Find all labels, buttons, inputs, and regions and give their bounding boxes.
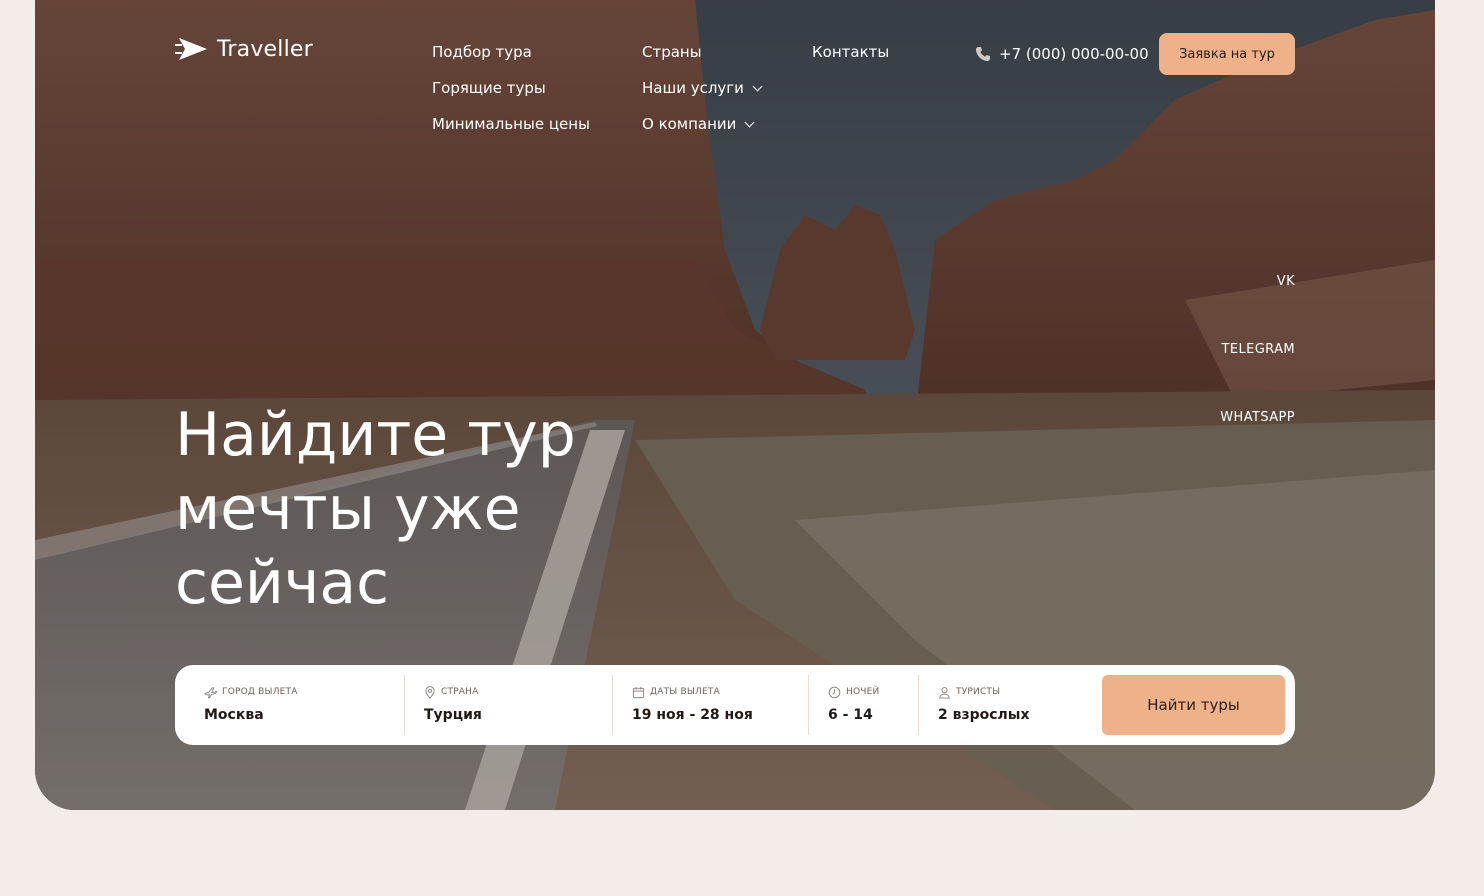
phone-icon [976,47,990,61]
nav-column-3: Контакты [812,42,889,62]
tourists-field[interactable]: ТУРИСТЫ 2 взрослых [918,675,1102,735]
brand-name: Traveller [217,36,313,62]
social-links: VK TELEGRAM WHATSAPP [1220,273,1295,427]
hero-headline-line-2: мечты уже [175,474,521,544]
nav-link-tour-selection[interactable]: Подбор тура [432,42,590,62]
phone-number: +7 (000) 000-00-00 [999,45,1149,63]
hero-headline-line-1: Найдите тур [175,400,576,470]
nav-link-contacts[interactable]: Контакты [812,42,889,62]
calendar-icon [632,686,645,698]
phone-link[interactable]: +7 (000) 000-00-00 [975,45,1149,63]
hero-section: Traveller Подбор тура Горящие туры Миним… [35,0,1435,810]
departure-dates-field[interactable]: ДАТЫ ВЫЛЕТА 19 ноя - 28 ноя [612,675,808,735]
location-pin-icon [425,685,435,699]
chevron-down-icon [744,117,755,127]
request-tour-button[interactable]: Заявка на тур [1159,33,1295,75]
clock-icon [828,686,841,698]
departure-city-label: ГОРОД ВЫЛЕТА [222,687,298,697]
tourists-value: 2 взрослых [938,707,1030,723]
brand-logo[interactable]: Traveller [175,36,313,62]
nav-link-minimal-prices[interactable]: Минимальные цены [432,114,590,134]
hero-headline-line-3: сейчас [175,548,390,618]
departure-city-value: Москва [204,707,264,723]
country-value: Турция [424,707,482,723]
nav-dropdown-company-label: О компании [642,115,737,133]
nights-value: 6 - 14 [828,707,873,723]
departure-dates-value: 19 ноя - 28 ноя [632,707,753,723]
departure-city-field[interactable]: ГОРОД ВЫЛЕТА Москва [175,675,404,735]
social-link-whatsapp[interactable]: WHATSAPP [1220,409,1295,427]
departure-dates-label: ДАТЫ ВЫЛЕТА [650,687,720,697]
tour-search-form: ГОРОД ВЫЛЕТА Москва СТРАНА Турция ДАТЫ В… [175,665,1295,745]
nav-dropdown-services[interactable]: Наши услуги [642,78,763,98]
nav-dropdown-services-label: Наши услуги [642,79,744,97]
tourists-label: ТУРИСТЫ [956,687,1001,697]
social-link-telegram[interactable]: TELEGRAM [1221,341,1295,359]
find-tours-button[interactable]: Найти туры [1102,675,1285,735]
nights-label: НОЧЕЙ [846,687,880,697]
chevron-down-icon [752,81,763,91]
nav-link-hot-tours[interactable]: Горящие туры [432,78,590,98]
nav-dropdown-company[interactable]: О компании [642,114,761,134]
paper-plane-icon [175,38,207,60]
nav-link-countries[interactable]: Страны [642,42,761,62]
user-icon [939,686,950,699]
nights-field[interactable]: НОЧЕЙ 6 - 14 [808,675,918,735]
nav-column-1: Подбор тура Горящие туры Минимальные цен… [432,42,590,134]
hero-headline: Найдите тур мечты уже сейчас [175,398,655,620]
nav-column-2: Страны Наши услуги О компании [642,42,763,134]
social-link-vk[interactable]: VK [1277,273,1295,291]
country-label: СТРАНА [441,687,479,697]
plane-icon [204,686,217,698]
country-field[interactable]: СТРАНА Турция [404,675,612,735]
